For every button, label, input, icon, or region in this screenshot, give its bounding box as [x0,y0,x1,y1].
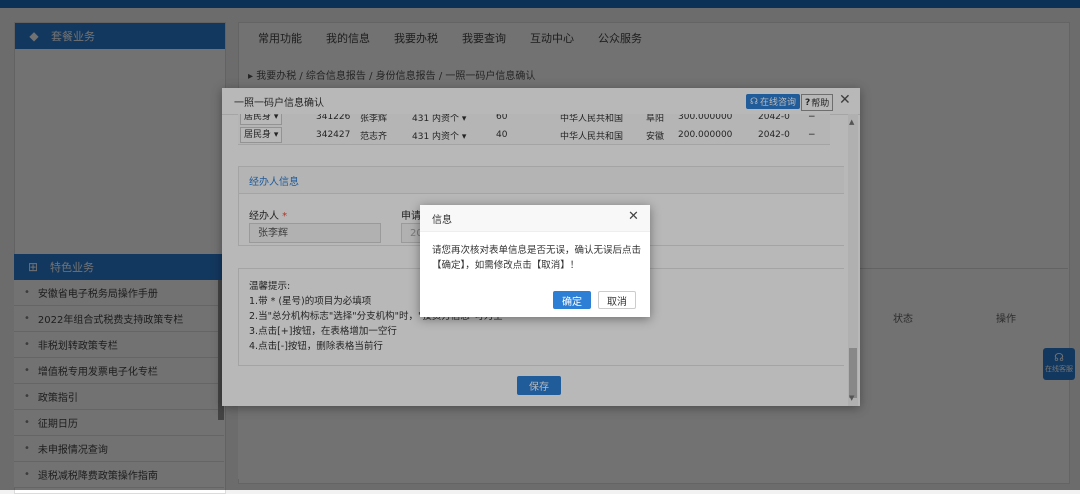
confirm-message-line: 【确定】，如需修改点击【取消】！ [432,260,580,271]
close-icon[interactable]: ✕ [628,209,639,224]
confirm-dialog: 信息 ✕ 请您再次核对表单信息是否无误，确认无误后点击 【确定】，如需修改点击【… [420,205,650,317]
confirm-message: 请您再次核对表单信息是否无误，确认无误后点击 【确定】，如需修改点击【取消】！ [432,243,642,273]
cancel-button[interactable]: 取消 [598,291,636,309]
ok-button[interactable]: 确定 [553,291,591,309]
confirm-message-line: 请您再次核对表单信息是否无误，确认无误后点击 [432,245,642,256]
confirm-title: 信息 [432,215,452,226]
confirm-header: 信息 ✕ [420,205,650,232]
